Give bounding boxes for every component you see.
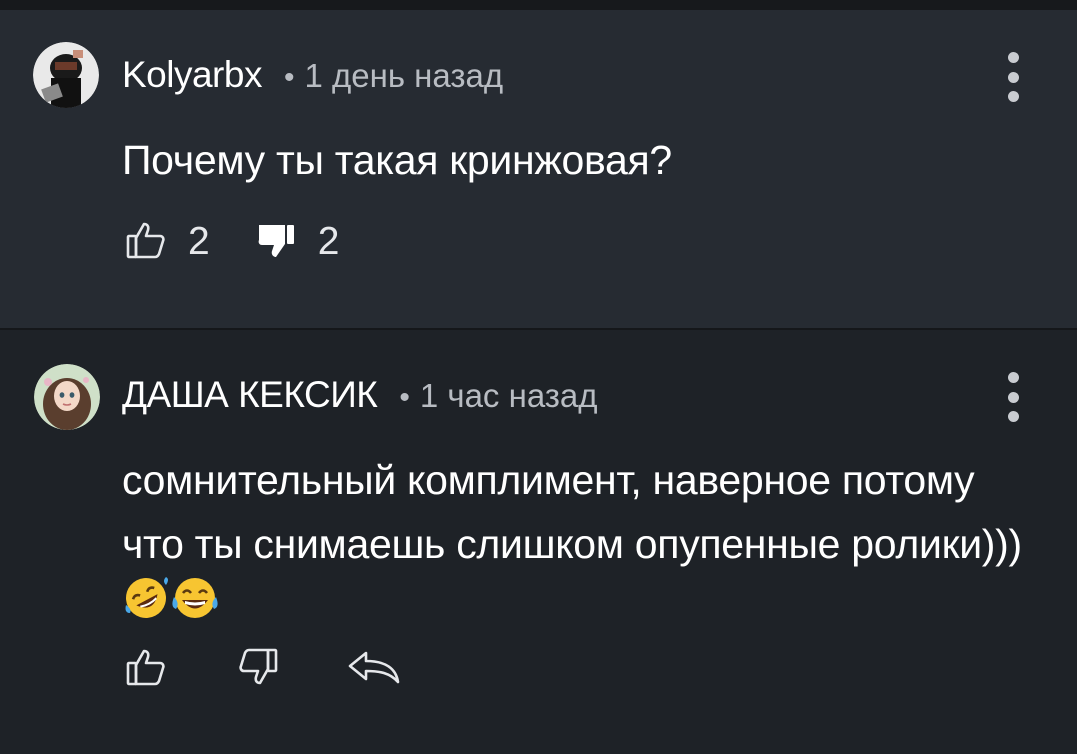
comment-header: ДАША КЕКСИК • 1 час назад xyxy=(122,374,598,416)
author-name[interactable]: ДАША КЕКСИК xyxy=(122,374,378,416)
comment-actions xyxy=(126,648,402,691)
dislike-button[interactable] xyxy=(238,648,278,691)
more-vert-icon[interactable] xyxy=(1005,372,1021,422)
comments-screen: Kolyarbx • 1 день назад Почему ты такая … xyxy=(0,0,1077,754)
face-with-tears-of-joy-emoji xyxy=(170,575,220,639)
comment-item: ДАША КЕКСИК • 1 час назад сомнительный к… xyxy=(0,328,1077,754)
thumbs-up-icon xyxy=(126,221,166,264)
reply-button[interactable] xyxy=(346,649,402,690)
like-button[interactable] xyxy=(126,648,166,691)
top-strip xyxy=(0,0,1077,10)
comment-text: Почему ты такая кринжовая? xyxy=(122,137,672,183)
like-count: 2 xyxy=(188,220,210,263)
rolling-on-floor-laughing-emoji xyxy=(122,575,170,639)
comment-time: 1 час назад xyxy=(419,377,598,414)
user-avatar[interactable] xyxy=(33,42,99,108)
thumbs-down-icon xyxy=(238,648,278,691)
author-name[interactable]: Kolyarbx xyxy=(122,54,262,96)
separator-dot: • xyxy=(283,61,295,94)
comment-time: 1 день назад xyxy=(304,57,504,94)
user-avatar[interactable] xyxy=(34,364,100,430)
thumbs-down-filled-icon xyxy=(256,221,296,264)
comment-actions: 2 2 xyxy=(126,220,339,264)
dislike-count: 2 xyxy=(317,220,340,263)
more-vert-icon[interactable] xyxy=(1005,52,1021,102)
separator-dot: • xyxy=(399,381,410,414)
like-button[interactable]: 2 xyxy=(126,220,210,264)
thumbs-up-icon xyxy=(126,648,166,691)
comment-text: сомнительный комплимент, наверное потому… xyxy=(122,448,1022,640)
comment-text-body: сомнительный комплимент, наверное потому… xyxy=(122,457,1022,567)
comment-header: Kolyarbx • 1 день назад xyxy=(122,54,503,96)
comment-item: Kolyarbx • 1 день назад Почему ты такая … xyxy=(0,10,1077,328)
reply-icon xyxy=(346,649,402,690)
dislike-button[interactable]: 2 xyxy=(256,220,340,264)
